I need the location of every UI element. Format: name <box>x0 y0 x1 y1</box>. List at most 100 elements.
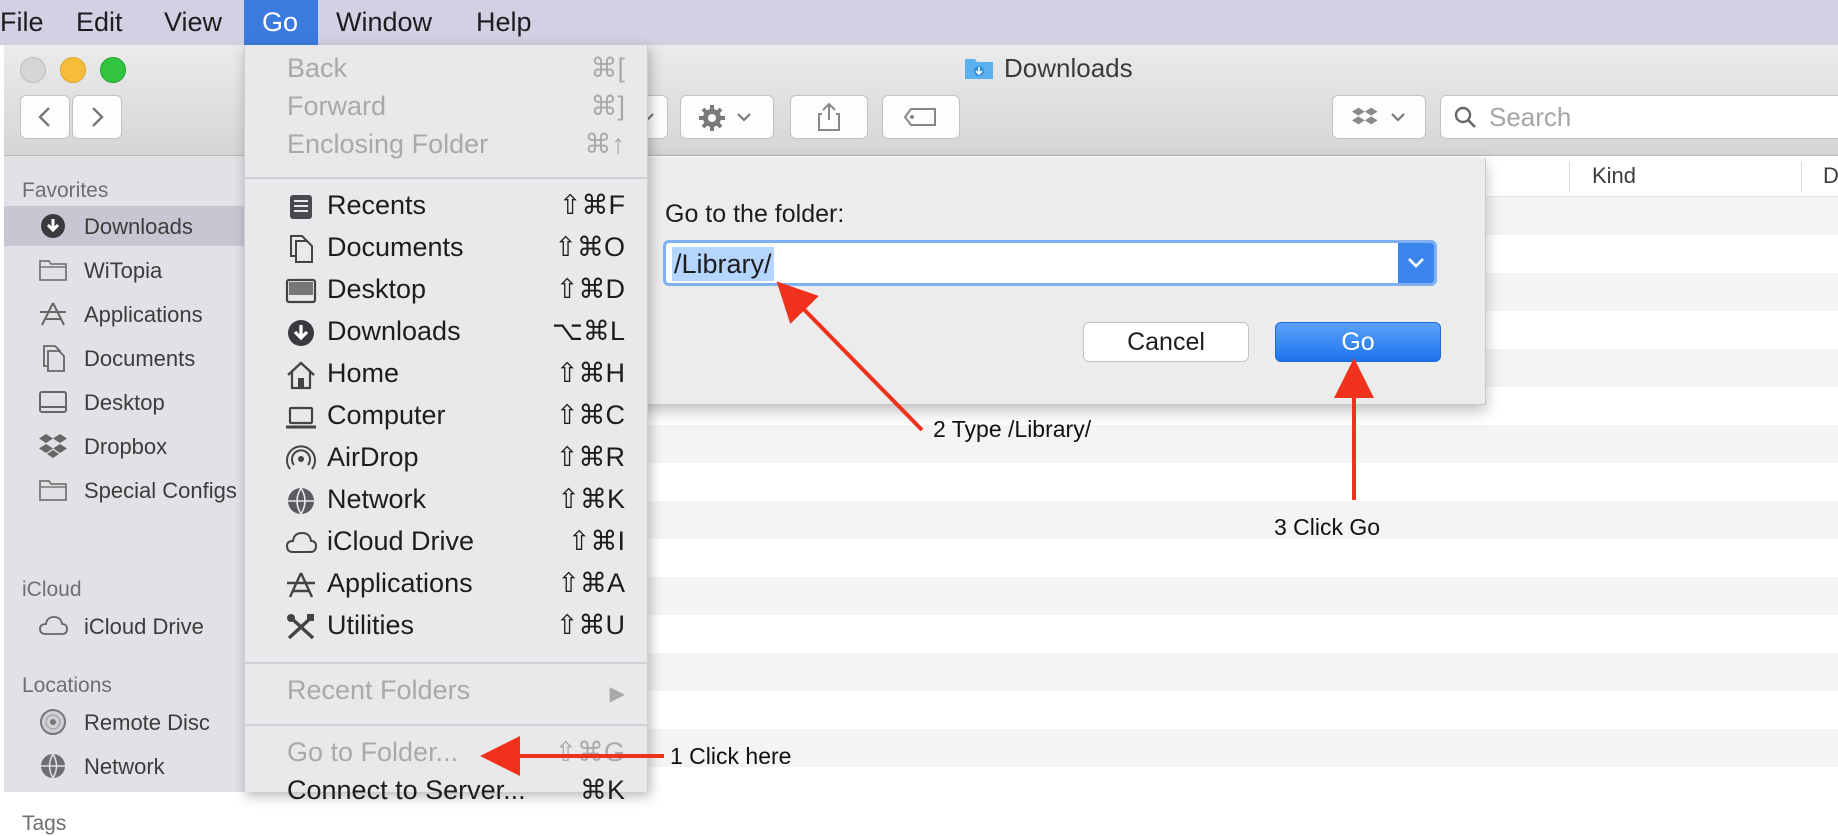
menu-separator <box>245 724 647 726</box>
sidebar-item-documents[interactable]: Documents <box>4 338 249 378</box>
dropbox-icon <box>39 434 67 458</box>
annotation-step2: 2 Type /Library/ <box>933 416 1092 442</box>
back-button[interactable] <box>20 95 70 139</box>
menu-item-label: iCloud Drive <box>327 526 475 556</box>
menu-item-go-to-folder[interactable]: Go to Folder... ⇧⌘G <box>245 735 647 773</box>
menu-item-downloads[interactable]: Downloads ⌥⌘L <box>245 314 647 352</box>
sidebar-item-label: WiTopia <box>84 258 163 283</box>
sidebar-item-label: Dropbox <box>84 434 168 459</box>
share-button[interactable] <box>790 95 868 139</box>
go-button[interactable]: Go <box>1275 322 1441 362</box>
column-header-kind[interactable]: Kind <box>1592 156 1636 196</box>
menu-item-applications[interactable]: Applications ⇧⌘A <box>245 566 647 604</box>
sidebar-item-label: Remote Disc <box>84 710 210 735</box>
menu-item-desktop[interactable]: Desktop ⇧⌘D <box>245 272 647 310</box>
menu-help[interactable]: Help <box>458 0 550 45</box>
sidebar-item-label: iCloud Drive <box>84 614 204 639</box>
menu-item-label: AirDrop <box>327 442 419 472</box>
sidebar-item-network[interactable]: Network <box>4 746 249 786</box>
folder-path-input[interactable]: /Library/ <box>672 247 774 281</box>
search-field[interactable]: Search <box>1440 95 1838 139</box>
menu-item-forward[interactable]: Forward ⌘] <box>245 89 647 127</box>
menu-item-recents[interactable]: Recents ⇧⌘F <box>245 188 647 226</box>
icloud-heading: iCloud <box>22 578 82 601</box>
menu-go[interactable]: Go <box>244 0 318 45</box>
sidebar-item-desktop[interactable]: Desktop <box>4 382 249 422</box>
sidebar-item-witopia[interactable]: WiTopia <box>4 250 249 290</box>
sidebar-item-remote-disc[interactable]: Remote Disc <box>4 702 249 742</box>
menu-item-enclosing-folder[interactable]: Enclosing Folder ⌘↑ <box>245 127 647 165</box>
action-button[interactable] <box>680 95 774 139</box>
folder-path-combobox[interactable]: /Library/ <box>663 240 1437 286</box>
chevron-down-icon <box>1408 258 1424 268</box>
sidebar-item-label: Downloads <box>84 214 193 239</box>
dropbox-button[interactable] <box>1332 95 1426 139</box>
sidebar-item-downloads[interactable]: Downloads <box>4 206 249 246</box>
downloads-icon <box>41 214 65 238</box>
sidebar-item-dropbox[interactable]: Dropbox <box>4 426 249 466</box>
locations-heading: Locations <box>22 674 112 697</box>
close-button[interactable] <box>20 57 46 83</box>
menu-item-shortcut: ⌘[ <box>590 53 625 83</box>
menu-window[interactable]: Window <box>318 0 450 45</box>
menu-item-shortcut: ⇧⌘D <box>555 274 625 304</box>
sidebar-item-label: Desktop <box>84 390 165 415</box>
menu-item-label: Home <box>327 358 400 388</box>
window-title-text: Downloads <box>1004 53 1133 83</box>
menu-item-shortcut: ⌥⌘L <box>551 316 625 346</box>
menu-item-utilities[interactable]: Utilities ⇧⌘U <box>245 608 647 646</box>
menu-item-label: Go to Folder... <box>287 737 459 767</box>
menu-item-icloud-drive[interactable]: iCloud Drive ⇧⌘I <box>245 524 647 562</box>
documents-icon <box>290 235 313 263</box>
menu-item-computer[interactable]: Computer ⇧⌘C <box>245 398 647 436</box>
menu-item-shortcut: ⌘] <box>590 91 625 121</box>
search-icon <box>1454 106 1476 128</box>
menu-item-shortcut: ⌘↑ <box>584 129 626 159</box>
menu-item-label: Connect to Server... <box>287 775 526 805</box>
menu-item-shortcut: ⇧⌘F <box>558 190 625 220</box>
share-icon <box>818 102 840 131</box>
menu-item-shortcut: ⇧⌘I <box>567 526 625 556</box>
favorites-heading: Favorites <box>22 179 109 202</box>
menu-item-connect-to-server[interactable]: Connect to Server... ⌘K <box>245 773 647 811</box>
sidebar-item-label: Special Configs <box>84 478 237 503</box>
menu-view[interactable]: View <box>146 0 240 45</box>
dropbox-icon <box>1352 107 1405 125</box>
downloads-icon <box>288 320 314 346</box>
path-history-dropdown[interactable] <box>1398 243 1434 283</box>
sidebar-item-special-configs[interactable]: Special Configs <box>4 470 249 510</box>
cancel-button[interactable]: Cancel <box>1083 322 1249 362</box>
sidebar-item-applications[interactable]: Applications <box>4 294 249 334</box>
zoom-button[interactable] <box>100 57 126 83</box>
menu-item-label: Desktop <box>327 274 427 304</box>
forward-button[interactable] <box>72 95 122 139</box>
tags-button[interactable] <box>882 95 960 139</box>
cloud-icon <box>39 616 68 635</box>
minimize-button[interactable] <box>60 57 86 83</box>
sidebar: Favorites Downloads WiTopia Applications… <box>4 156 249 835</box>
sidebar-item-label: Applications <box>84 302 203 327</box>
menu-file[interactable]: File <box>0 0 62 45</box>
menu-edit[interactable]: Edit <box>58 0 141 45</box>
column-divider <box>1801 162 1802 192</box>
window-title: Downloads <box>964 53 1133 89</box>
menu-item-shortcut: ⇧⌘G <box>554 737 625 767</box>
folder-icon <box>39 260 67 281</box>
menu-item-airdrop[interactable]: AirDrop ⇧⌘R <box>245 440 647 478</box>
menu-item-documents[interactable]: Documents ⇧⌘O <box>245 230 647 268</box>
menu-item-back[interactable]: Back ⌘[ <box>245 51 647 89</box>
downloads-folder-icon <box>965 59 993 79</box>
menu-separator <box>245 177 647 179</box>
network-icon <box>288 487 314 515</box>
menu-item-shortcut: ⇧⌘K <box>557 484 625 514</box>
menu-item-recent-folders[interactable]: Recent Folders ▶ <box>245 673 647 711</box>
menu-item-label: Computer <box>327 400 446 430</box>
menu-item-shortcut: ⇧⌘R <box>555 442 625 472</box>
tag-icon <box>903 108 936 126</box>
menu-item-network[interactable]: Network ⇧⌘K <box>245 482 647 520</box>
cloud-icon <box>285 531 317 553</box>
sidebar-item-icloud-drive[interactable]: iCloud Drive <box>4 606 249 646</box>
menu-item-home[interactable]: Home ⇧⌘H <box>245 356 647 394</box>
submenu-arrow-icon: ▶ <box>609 683 625 705</box>
column-header-date[interactable]: Da <box>1823 156 1838 196</box>
